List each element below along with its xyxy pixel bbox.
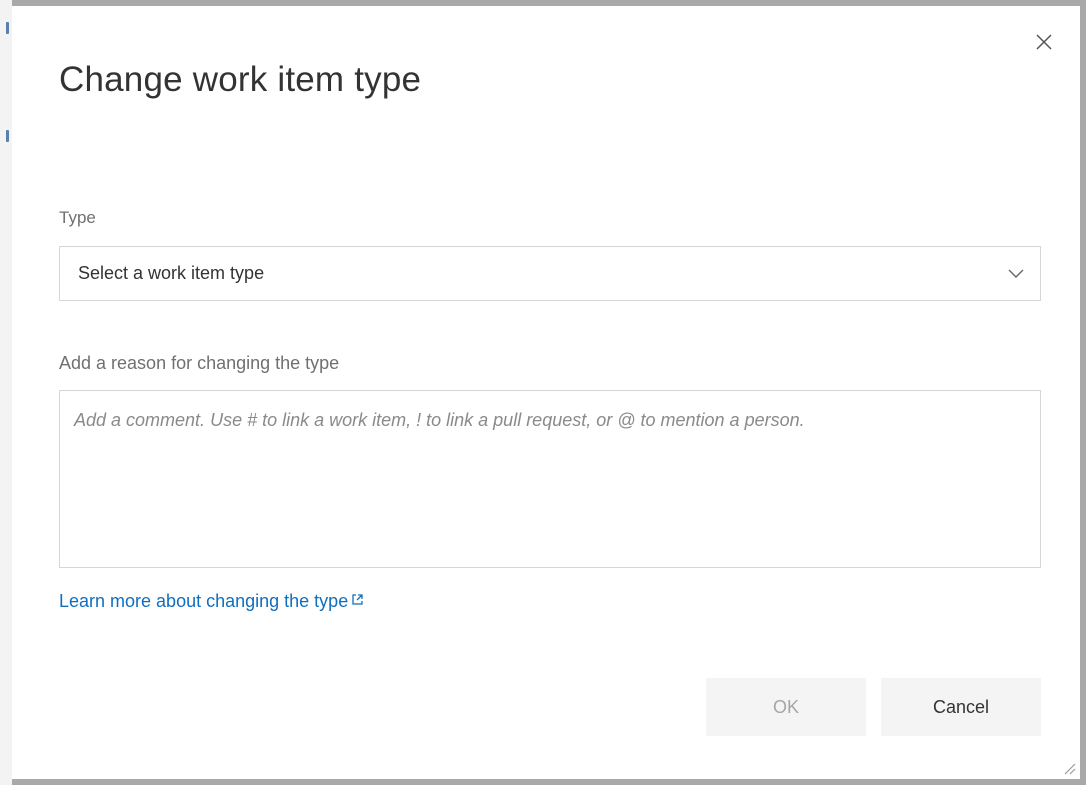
close-button[interactable]: [1030, 28, 1058, 56]
change-type-dialog: Change work item type Type Select a work…: [12, 6, 1080, 779]
close-icon: [1036, 34, 1052, 50]
dialog-title: Change work item type: [59, 60, 422, 99]
external-link-icon: [352, 594, 363, 605]
chevron-down-icon: [1008, 269, 1024, 278]
type-dropdown-value: Select a work item type: [78, 263, 265, 283]
reason-label: Add a reason for changing the type: [59, 353, 340, 373]
ok-button[interactable]: OK: [706, 678, 866, 736]
resize-grip-icon[interactable]: [1062, 761, 1076, 775]
cancel-button[interactable]: Cancel: [881, 678, 1041, 736]
learn-more-link[interactable]: Learn more about changing the type: [59, 591, 364, 612]
background-page-mark: [6, 130, 9, 142]
reason-comment-input[interactable]: [59, 390, 1041, 568]
type-label: Type: [59, 208, 96, 227]
learn-more-label: Learn more about changing the type: [59, 591, 349, 611]
type-dropdown[interactable]: Select a work item type: [59, 246, 1041, 301]
background-page-mark: [6, 22, 9, 34]
background-page: [0, 0, 12, 785]
